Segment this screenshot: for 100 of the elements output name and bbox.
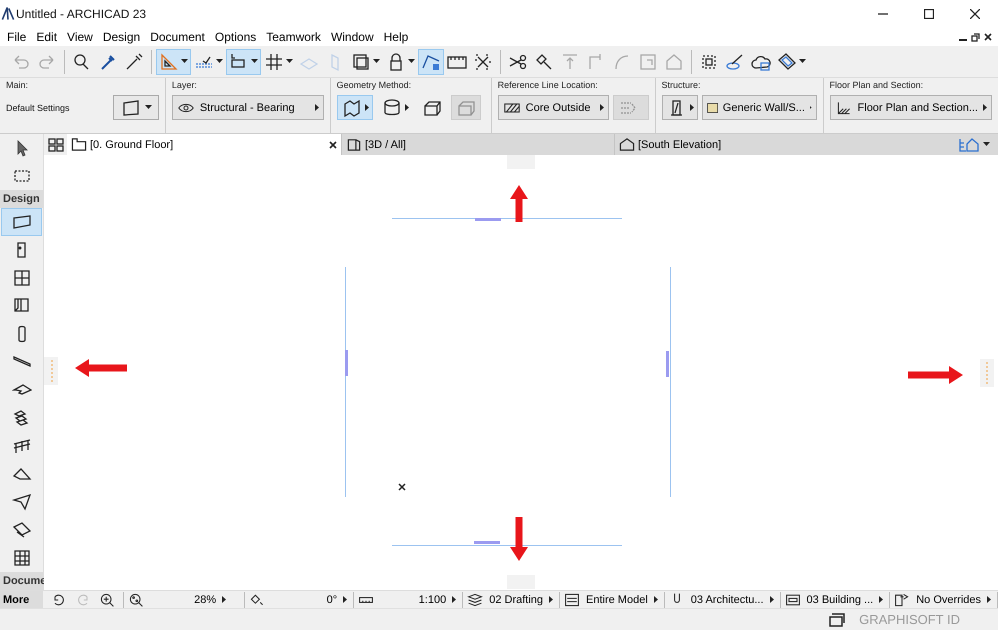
close-icon <box>970 9 980 19</box>
settings-picker[interactable] <box>112 95 159 120</box>
status-dropdown[interactable]: 03 Architectu... <box>688 594 776 606</box>
caret-icon <box>983 104 987 111</box>
handle-mark <box>475 218 501 221</box>
view-grid-button[interactable] <box>44 134 67 155</box>
close-icon <box>329 140 337 148</box>
close-icon <box>984 33 992 41</box>
app-logo <box>0 6 16 22</box>
status-dropdown[interactable]: Entire Model <box>584 594 660 606</box>
building-icon <box>958 136 980 152</box>
toolbox-heading: Design <box>0 190 43 208</box>
dropdown[interactable]: Core Outside <box>498 95 609 120</box>
icon-button[interactable] <box>662 95 698 120</box>
diamond-icon <box>777 52 797 72</box>
syringe-icon <box>124 52 144 72</box>
zoom-in-icon <box>99 592 116 608</box>
caret-icon <box>690 104 694 111</box>
caret-icon <box>452 596 456 603</box>
shell-icon <box>12 492 32 512</box>
model-filter-icon <box>564 592 580 608</box>
triangle-icon <box>159 52 179 72</box>
view-tab[interactable]: [0. Ground Floor] <box>67 134 342 155</box>
menu-item[interactable]: Window <box>326 28 379 46</box>
toolbar-button[interactable] <box>156 48 191 74</box>
caret-icon <box>343 596 348 603</box>
floor-plan-icon <box>71 137 87 152</box>
caret-icon <box>222 596 226 603</box>
pointer-arrow <box>510 517 528 561</box>
dropdown[interactable]: Floor Plan and Section... <box>830 95 992 120</box>
caret-icon <box>216 59 223 64</box>
mesh-icon <box>12 520 32 540</box>
menu-item[interactable]: Options <box>210 28 262 46</box>
restore-icon <box>971 32 980 42</box>
caret-icon <box>286 59 293 64</box>
caret-icon <box>654 596 658 603</box>
caret-icon <box>770 596 774 603</box>
section-label: Structure: <box>662 80 702 90</box>
view-icon <box>784 592 801 608</box>
menu-item[interactable]: Help <box>378 28 414 46</box>
toolbar-button[interactable] <box>418 48 444 74</box>
cube-icon <box>346 137 362 152</box>
toolbar-button[interactable] <box>226 48 261 74</box>
section-label: Reference Line Location: <box>498 80 599 90</box>
menu-item[interactable]: Document <box>145 28 210 46</box>
cross-icon <box>473 52 493 72</box>
toolbox-heading: Docume <box>0 572 43 590</box>
layers-icon <box>467 592 484 608</box>
maximize-icon <box>924 9 934 19</box>
status-dropdown[interactable]: 28% <box>148 594 228 606</box>
caret-icon <box>600 104 604 111</box>
section-label: Floor Plan and Section: <box>830 80 924 90</box>
rotate-icon <box>249 592 266 608</box>
section-label: Main: <box>6 80 30 90</box>
caret-icon <box>364 104 369 111</box>
caret-icon <box>408 59 415 64</box>
menu-item[interactable]: View <box>62 28 98 46</box>
cross-mark <box>398 483 406 491</box>
more-button[interactable]: More <box>0 590 44 608</box>
caret-icon <box>549 596 554 603</box>
house-icon <box>664 52 684 72</box>
tool-button[interactable] <box>1 208 42 236</box>
menu-item[interactable]: File <box>2 28 32 46</box>
settings-label: Default Settings <box>6 102 71 112</box>
pencil-icon <box>725 52 745 72</box>
status-dropdown[interactable]: 1:100 <box>378 594 458 606</box>
override-icon <box>894 592 910 608</box>
curtain-wall-icon <box>12 548 32 568</box>
menu-item[interactable]: Edit <box>31 28 62 46</box>
pointer-arrow <box>75 359 127 377</box>
windows-icon <box>829 612 846 626</box>
handle-mark <box>666 351 669 377</box>
caret-icon <box>373 59 380 64</box>
status-dropdown[interactable]: 02 Drafting <box>487 594 556 606</box>
wand-icon <box>534 52 554 72</box>
section-label: Geometry Method: <box>336 80 412 90</box>
caret-icon <box>181 59 188 64</box>
menu-item[interactable]: Teamwork <box>261 28 326 46</box>
zoom-icon <box>128 592 144 608</box>
grid-icon <box>264 52 284 72</box>
dropdown[interactable]: Structural - Bearing <box>172 95 324 120</box>
edge-marker <box>507 155 535 169</box>
status-dropdown[interactable]: No Overrides <box>914 594 993 606</box>
house-icon <box>619 137 635 152</box>
window-icon <box>12 268 32 288</box>
caret-icon <box>314 104 319 111</box>
pointer-arrow <box>908 366 963 384</box>
caret-icon <box>879 596 884 603</box>
status-dropdown[interactable]: 03 Building ... <box>804 594 886 606</box>
caret-icon <box>144 105 152 110</box>
stair-icon <box>12 408 32 428</box>
dropdown[interactable]: Generic Wall/S... <box>702 95 817 120</box>
edge-marker <box>980 359 994 387</box>
account-label: GRAPHISOFT ID <box>859 612 960 627</box>
menu-item[interactable]: Design <box>98 28 146 46</box>
caret-icon <box>987 596 991 603</box>
handle-mark <box>474 541 500 544</box>
status-dropdown[interactable]: 0° <box>269 594 350 606</box>
icon-button[interactable] <box>336 95 373 120</box>
grid-icon <box>48 138 64 152</box>
